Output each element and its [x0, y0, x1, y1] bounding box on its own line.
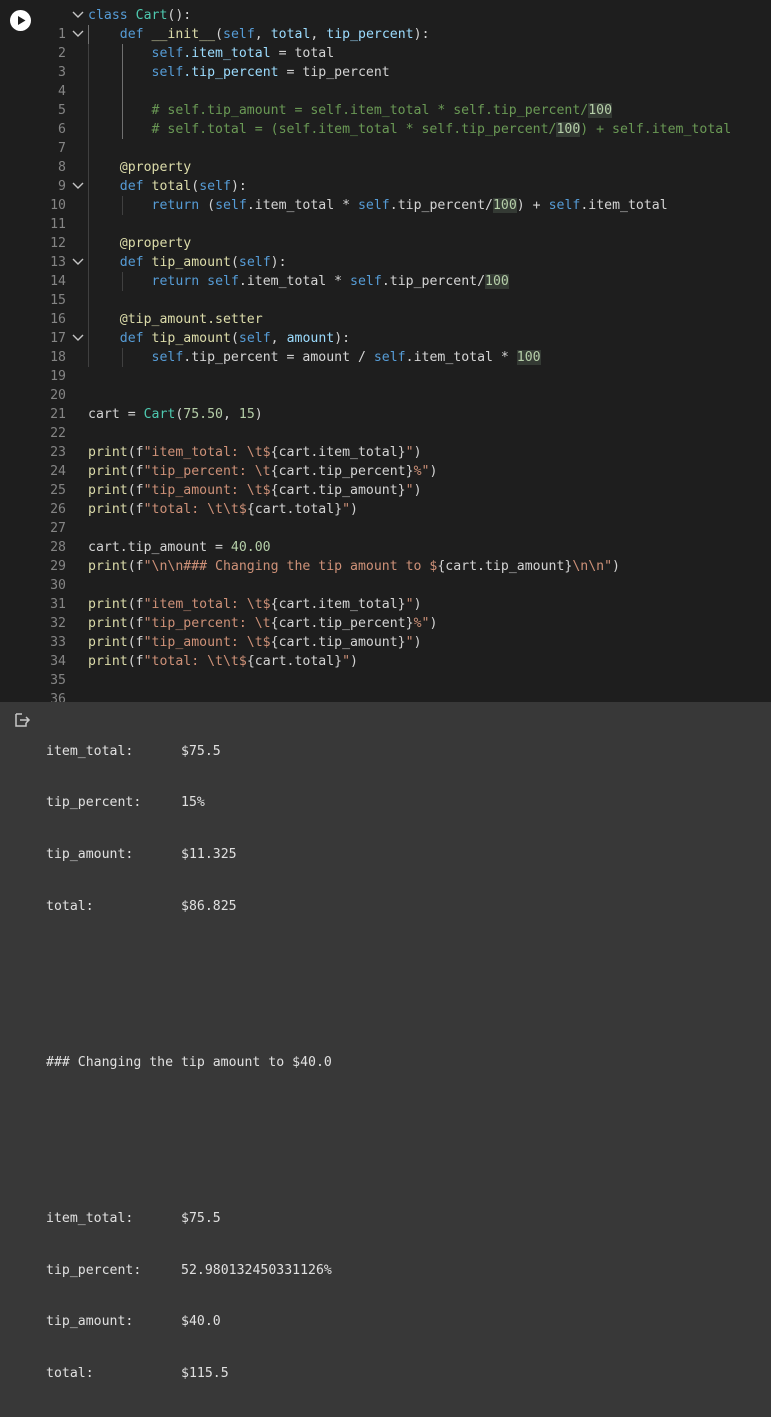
code-line: 18 def tip_amount(self, amount):	[0, 329, 771, 365]
code-line: 21	[0, 386, 771, 422]
output-row: item_total: $75.5	[46, 743, 221, 759]
code-line: 16	[0, 291, 771, 327]
output-icon[interactable]	[14, 712, 32, 732]
code-editor[interactable]: 1 class Cart(): 2 def __init__(self, tot…	[0, 6, 771, 702]
output-row: total: $86.825	[46, 899, 237, 915]
code-line: 36	[0, 671, 771, 702]
code-line: 30 print(f"\n\n### Changing the tip amou…	[0, 557, 771, 593]
output-row: item_total: $75.5	[46, 1210, 221, 1226]
chevron-down-icon[interactable]	[72, 253, 86, 272]
code-line: 31	[0, 576, 771, 612]
chevron-down-icon[interactable]	[72, 6, 86, 25]
code-line: 22 cart = Cart(75.50, 15)	[0, 405, 771, 441]
code-line: 27 print(f"total: \t\t${cart.total}")	[0, 500, 771, 536]
line-number: 36	[50, 692, 66, 702]
code-line: 23	[0, 424, 771, 460]
output-row: tip_amount: $40.0	[46, 1314, 221, 1330]
code-line: 5	[0, 82, 771, 118]
code-line: 12	[0, 215, 771, 251]
output-row: tip_percent: 52.980132450331126%	[46, 1262, 332, 1278]
code-line: 6 # self.tip_amount = self.item_total * …	[0, 101, 771, 137]
output-text: item_total: $75.5 tip_percent: 15% tip_amo…	[46, 708, 332, 1417]
cell-output: item_total: $75.5 tip_percent: 15% tip_amo…	[0, 702, 771, 1381]
code-line: 17 @tip_amount.setter	[0, 310, 771, 346]
code-line: 4 self.tip_percent = tip_percent	[0, 63, 771, 99]
output-row: tip_amount: $11.325	[46, 847, 237, 863]
code-line: 35 print(f"total: \t\t${cart.total}")	[0, 652, 771, 688]
code-line: 33 print(f"tip_percent: \t{cart.tip_perc…	[0, 614, 771, 650]
code-line: 19 self.tip_percent = amount / self.item…	[0, 348, 771, 384]
code-line: 28	[0, 519, 771, 555]
code-cell[interactable]: 1 class Cart(): 2 def __init__(self, tot…	[0, 0, 771, 702]
code-line: 7 # self.total = (self.item_total * self…	[0, 120, 771, 156]
code-line: 15 return self.item_total * self.tip_per…	[0, 272, 771, 308]
code-line: 32 print(f"item_total: \t${cart.item_tot…	[0, 595, 771, 631]
code-line: 20	[0, 367, 771, 403]
code-line: 25 print(f"tip_percent: \t{cart.tip_perc…	[0, 462, 771, 498]
code-line: 8	[0, 139, 771, 175]
chevron-down-icon[interactable]	[72, 329, 86, 348]
code-line: 11 return (self.item_total * self.tip_pe…	[0, 196, 771, 232]
output-row: total: $115.5	[46, 1366, 229, 1382]
code-line: 10 def total(self):	[0, 177, 771, 213]
output-row: tip_percent: 15%	[46, 795, 205, 811]
code-line: 2 def __init__(self, total, tip_percent)…	[0, 25, 771, 61]
code-line: 3 self.item_total = total	[0, 44, 771, 80]
code-line: 34 print(f"tip_amount: \t${cart.tip_amou…	[0, 633, 771, 669]
code-line: 14 def tip_amount(self):	[0, 253, 771, 289]
chevron-down-icon[interactable]	[72, 25, 86, 44]
code-line: 26 print(f"tip_amount: \t${cart.tip_amou…	[0, 481, 771, 517]
output-heading: ### Changing the tip amount to $40.0	[46, 1054, 332, 1070]
code-line: 9 @property	[0, 158, 771, 194]
code-line: 24 print(f"item_total: \t${cart.item_tot…	[0, 443, 771, 479]
code-line: 1 class Cart():	[0, 6, 771, 42]
code-line: 29 cart.tip_amount = 40.00	[0, 538, 771, 574]
code-line: 13 @property	[0, 234, 771, 270]
chevron-down-icon[interactable]	[72, 177, 86, 196]
